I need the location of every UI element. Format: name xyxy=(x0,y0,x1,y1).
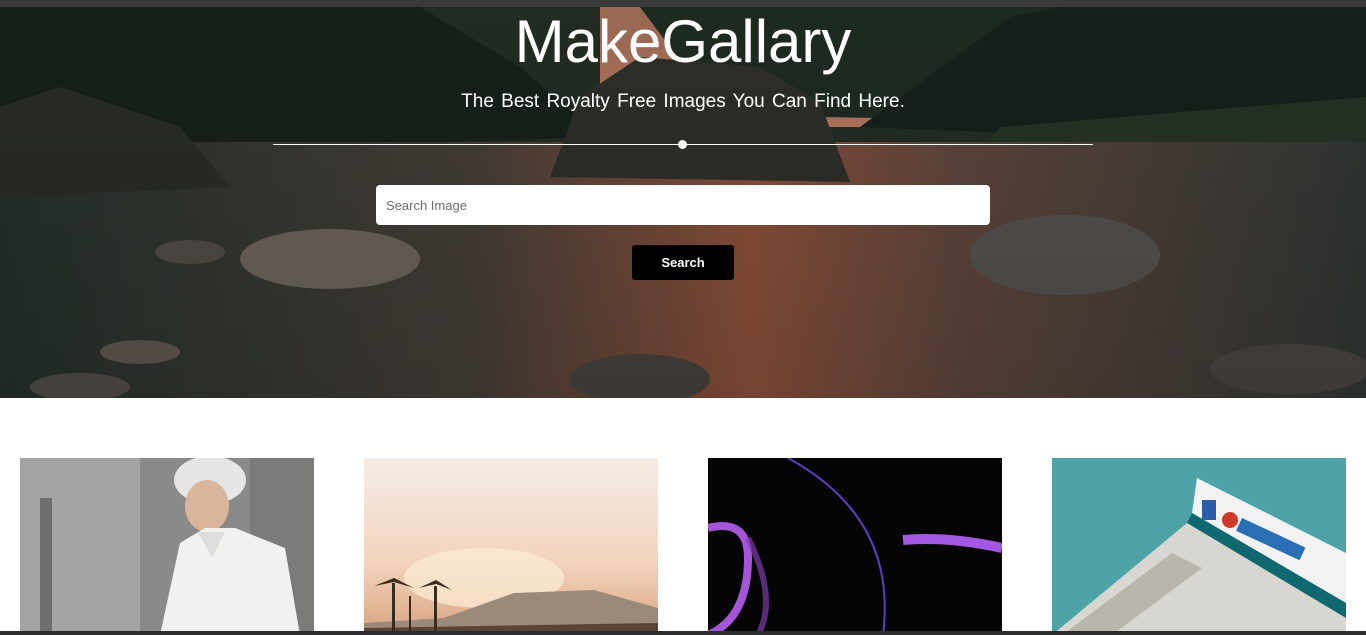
site-title: MakeGallary xyxy=(514,8,852,75)
woman-in-white-shirt-photo[interactable] xyxy=(20,458,314,635)
sunset-palm-trees-photo[interactable] xyxy=(364,458,658,635)
site-tagline: The Best Royalty Free Images You Can Fin… xyxy=(461,91,905,112)
divider-slider-thumb[interactable] xyxy=(678,140,687,149)
gallery-image-card[interactable] xyxy=(1052,458,1346,635)
gallery-image-card[interactable] xyxy=(20,458,314,635)
search-button[interactable]: Search xyxy=(632,245,734,280)
gallery-image-card[interactable] xyxy=(364,458,658,635)
hero-section: MakeGallary The Best Royalty Free Images… xyxy=(0,7,1366,398)
image-gallery xyxy=(0,458,1366,635)
abstract-purple-waves-photo[interactable] xyxy=(708,458,1002,635)
gas-station-canopy-photo[interactable] xyxy=(1052,458,1346,635)
gallery-image-card[interactable] xyxy=(708,458,1002,635)
search-input[interactable] xyxy=(376,185,990,225)
browser-top-edge xyxy=(0,0,1366,7)
horizontal-scrollbar[interactable] xyxy=(0,631,1366,635)
